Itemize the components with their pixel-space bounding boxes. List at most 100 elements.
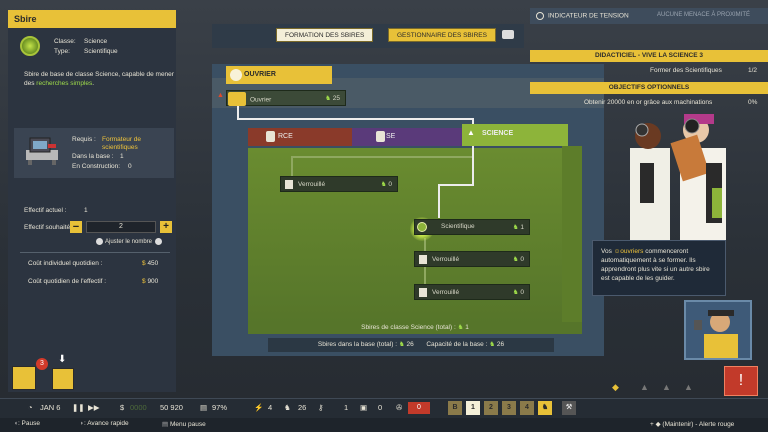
scientifique-label: Scientifique <box>441 223 475 230</box>
build-icon[interactable]: ⚒ <box>562 401 576 415</box>
in-base-label: Dans la base : <box>72 153 114 160</box>
fast-forward-button[interactable]: ▶▶ <box>88 400 100 416</box>
locked-count-value: 0 <box>388 181 392 188</box>
panel-title: Sbire <box>8 10 176 28</box>
capacity-value: 26 <box>496 341 505 348</box>
tab-base[interactable]: SE <box>352 128 462 146</box>
locked-label: Verrouillé <box>432 256 460 264</box>
locked-count: ♞ 0 <box>513 288 524 296</box>
tip-text: Vos <box>601 248 614 255</box>
tutorial-progress: 1/2 <box>748 67 758 74</box>
scientifique-count: ♞ 1 <box>513 223 524 231</box>
percent-value: 97% <box>212 403 228 412</box>
capacity-label: Capacité de la base : <box>426 341 488 348</box>
minion-filter-icon[interactable]: ♞ <box>538 401 552 415</box>
minion-icon: ♞ <box>457 324 464 331</box>
calendar-icon: ◔ <box>28 403 33 412</box>
locked-node-3: Verrouillé ♞ 0 <box>414 284 530 300</box>
base-totals-bar: Sbires dans la base (total) : ♞ 26 Capac… <box>268 338 554 352</box>
tension-indicator: INDICATEUR DE TENSION AUCUNE MENACE À PR… <box>530 8 768 24</box>
optional-task: Obtenir 20000 en or grâce aux machinatio… <box>584 99 713 106</box>
notification-radio-icon[interactable] <box>12 366 36 390</box>
base-total-label: Sbires dans la base (total) : <box>317 341 397 348</box>
left-stick-icon <box>96 238 103 245</box>
desired-staff-stepper[interactable]: 2 <box>86 221 156 233</box>
tab-minion-manager[interactable]: GESTIONNAIRE DES SBIRES <box>388 28 496 42</box>
optional-progress: 0% <box>748 99 758 106</box>
increase-button[interactable]: + <box>160 221 172 233</box>
alert-icon[interactable]: ▲ <box>640 382 649 392</box>
money-icon: $ <box>142 260 146 267</box>
base-home-icon[interactable] <box>52 368 74 390</box>
class-value: Science <box>84 38 108 45</box>
pause-hint: ◖: Pause <box>14 420 40 427</box>
current-staff-label: Effectif actuel : <box>24 207 67 214</box>
minion-icon: ♞ <box>398 341 405 348</box>
science-atom-icon <box>417 222 427 232</box>
scientifique-node[interactable]: Scientifique ♞ 1 <box>414 219 530 235</box>
desired-staff-label: Effectif souhaité : <box>24 224 74 231</box>
tension-status: AUCUNE MENACE À PROXIMITÉ <box>656 12 750 18</box>
base-total-value: 26 <box>406 341 414 348</box>
ouvrier-count: ♞ 25 <box>325 94 340 102</box>
staff-cost-amount: 900 <box>147 278 159 285</box>
lock-icon <box>285 180 293 189</box>
trainer-machine-icon <box>22 132 62 168</box>
money-icon: $ <box>120 403 125 412</box>
red-alert-button[interactable]: ! <box>724 366 758 396</box>
type-value: Scientifique <box>84 48 118 55</box>
menu-button-icon: ▤ <box>162 421 169 428</box>
right-stick-icon <box>155 238 163 245</box>
speed-slot[interactable]: 4 <box>520 401 534 415</box>
in-construction-label: En Construction: <box>72 163 121 170</box>
tip-link-label: ouvriers <box>620 248 644 255</box>
tab-force[interactable]: RCE <box>248 128 352 146</box>
in-construction-value: 0 <box>128 163 132 170</box>
lock-icon <box>419 255 427 264</box>
science-class-icon <box>20 36 40 56</box>
speed-slot[interactable]: B <box>448 401 462 415</box>
diamond-icon[interactable]: ◆ <box>612 382 619 393</box>
minion-icon: ♞ <box>489 341 496 348</box>
minion-icon: ♞ <box>512 224 519 231</box>
radar-icon <box>536 12 544 20</box>
connector <box>237 118 473 120</box>
notification-count: 3 <box>36 358 48 370</box>
class-label: Classe: <box>54 38 76 45</box>
scientifique-count-value: 1 <box>520 224 524 231</box>
money-icon: $ <box>142 278 146 285</box>
speed-slot[interactable]: 2 <box>484 401 498 415</box>
tab-minion-training[interactable]: FORMATION DES SBIRES <box>276 28 374 42</box>
minion-icon: ♞ <box>380 181 387 188</box>
minion-icon: ♞ <box>512 256 519 263</box>
current-staff-value: 1 <box>84 207 88 214</box>
date-display: JAN 6 <box>40 403 61 412</box>
power-icon: ⚡ <box>254 403 264 412</box>
staff-cost-label: Coût quotidien de l'effectif : <box>28 278 107 285</box>
scientist-characters <box>612 108 762 248</box>
power-value: 4 <box>268 403 273 412</box>
ouvrier-node[interactable]: Ouvrier ♞ 25 <box>226 90 346 106</box>
tab-science[interactable]: SCIENCE <box>462 124 568 146</box>
requirement-label: Requis : <box>72 136 96 143</box>
decrease-button[interactable]: − <box>70 221 82 233</box>
minion-icon: ♞ <box>512 289 519 296</box>
individual-cost-label: Coût individuel quotidien : <box>28 260 103 267</box>
pause-button[interactable]: ❚❚ <box>72 400 85 416</box>
alert-icon[interactable]: ▲ <box>662 382 671 392</box>
ouvrier-badge-icon <box>230 69 242 81</box>
fast-forward-hint-label: : Avance rapide <box>83 420 129 427</box>
alert-icon[interactable]: ▲ <box>684 382 693 392</box>
speed-slot[interactable]: 1 <box>466 401 480 415</box>
intel-icon: ▣ <box>360 403 368 412</box>
speed-slot[interactable]: 3 <box>502 401 516 415</box>
minion-count: 26 <box>298 403 307 412</box>
minion-detail-panel <box>8 10 176 392</box>
staff-cost-value: $ 900 <box>142 278 158 285</box>
connector <box>438 184 474 186</box>
lock-icon <box>419 288 427 297</box>
heat-icon: ✇ <box>396 403 403 412</box>
individual-cost-amount: 450 <box>147 260 159 267</box>
requirement-value: Formateur de scientifiques <box>102 136 142 151</box>
adjust-hint: Ajuster le nombre <box>96 238 163 245</box>
